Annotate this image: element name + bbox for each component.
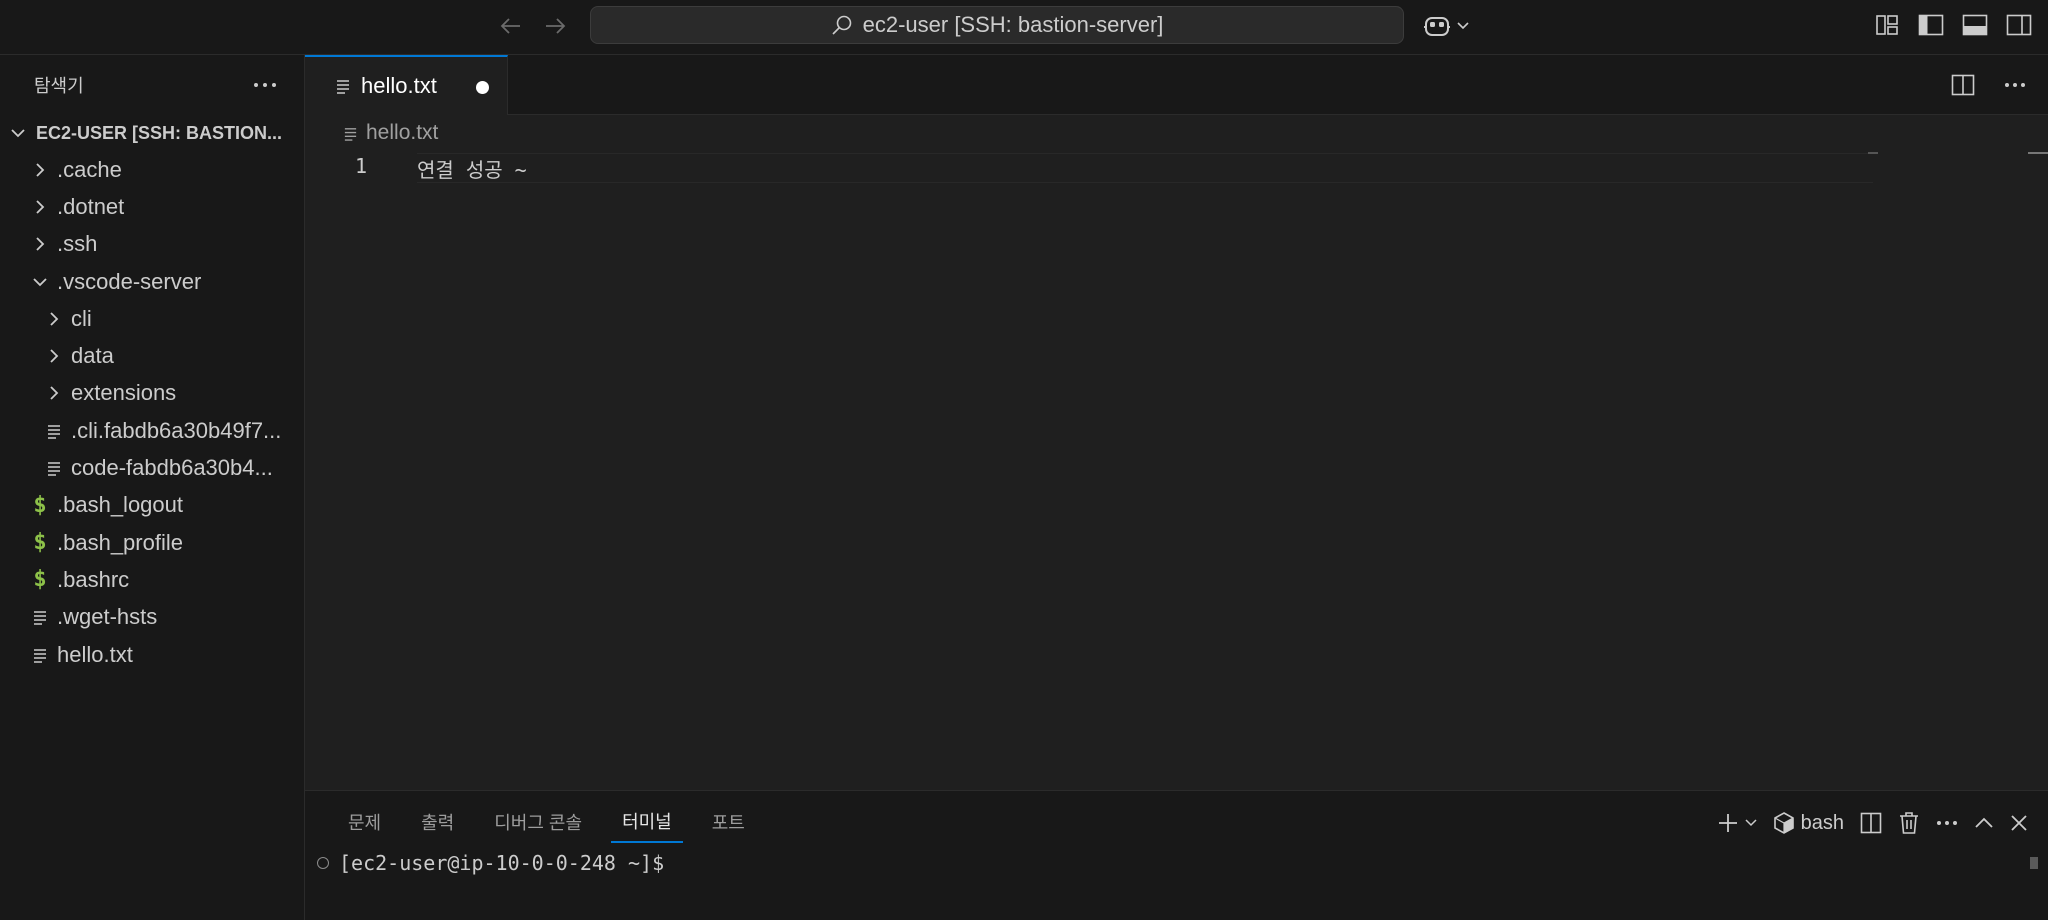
shell-file-icon: $ — [33, 530, 47, 556]
chevron-right-icon — [43, 382, 65, 404]
plus-icon — [1717, 812, 1739, 834]
command-decoration-icon — [317, 857, 329, 869]
tree-item-bash-profile[interactable]: $ .bash_profile — [0, 524, 304, 561]
text-file-icon — [43, 457, 65, 479]
tree-item-label: hello.txt — [57, 641, 133, 667]
tree-item-label: cli — [71, 305, 92, 331]
tree-item-label: .cli.fabdb6a30b49f7... — [71, 417, 282, 443]
tree-item-cache[interactable]: .cache — [0, 151, 304, 188]
tree-item-cli-file[interactable]: .cli.fabdb6a30b49f7... — [0, 412, 304, 449]
terminal-shell-label: bash — [1800, 811, 1844, 834]
new-terminal-button[interactable] — [1717, 807, 1757, 839]
split-terminal-icon[interactable] — [1860, 807, 1882, 839]
tab-label: hello.txt — [361, 73, 437, 98]
tree-item-dotnet[interactable]: .dotnet — [0, 188, 304, 225]
forward-arrow-icon[interactable] — [540, 12, 570, 40]
editor-area[interactable]: 1 연결 성공 ~ — [305, 150, 2048, 790]
tree-item-label: extensions — [71, 380, 177, 406]
toggle-secondary-sidebar-icon[interactable] — [2004, 9, 2034, 41]
explorer-title: 탐색기 — [34, 76, 84, 96]
tree-item-label: .vscode-server — [57, 268, 202, 294]
tree-item-wget-hsts[interactable]: .wget-hsts — [0, 599, 304, 636]
tree-item-bash-logout[interactable]: $ .bash_logout — [0, 487, 304, 524]
shell-file-icon: $ — [33, 492, 47, 518]
bottom-panel: 문제 출력 디버그 콘솔 터미널 포트 bash [ec2-user@ip-10… — [305, 790, 2048, 920]
terminal-instance-bash[interactable]: bash — [1773, 807, 1844, 839]
tree-item-label: code-fabdb6a30b4... — [71, 455, 273, 481]
maximize-panel-icon[interactable] — [1974, 807, 1994, 839]
close-icon[interactable] — [2010, 807, 2028, 839]
editor-tab-bar: hello.txt — [305, 55, 2048, 115]
terminal-output[interactable]: [ec2-user@ip-10-0-0-248 ~]$ — [317, 851, 664, 875]
trash-icon[interactable] — [1898, 807, 1920, 839]
tree-item-code-file[interactable]: code-fabdb6a30b4... — [0, 449, 304, 486]
tree-item-label: .bashrc — [57, 566, 130, 592]
tab-hello-txt[interactable]: hello.txt — [305, 55, 508, 115]
toggle-panel-icon[interactable] — [1960, 9, 1990, 41]
split-editor-icon[interactable] — [1948, 69, 1978, 101]
more-actions-icon[interactable] — [2000, 69, 2030, 101]
tree-item-label: .bash_logout — [57, 492, 183, 518]
tab-debug-console[interactable]: 디버그 콘솔 — [483, 809, 593, 843]
tree-item-bashrc[interactable]: $ .bashrc — [0, 561, 304, 598]
chevron-right-icon — [29, 196, 51, 218]
editor-scrollbar[interactable] — [2028, 152, 2048, 154]
tab-ports[interactable]: 포트 — [701, 809, 756, 843]
terminal-shell-icon — [1773, 811, 1795, 835]
code-line[interactable]: 연결 성공 ~ — [417, 154, 527, 183]
terminal-prompt: [ec2-user@ip-10-0-0-248 ~]$ — [339, 851, 665, 875]
more-actions-icon[interactable] — [1936, 807, 1958, 839]
workspace-root-label: EC2-USER [SSH: BASTION... — [36, 122, 283, 143]
current-line-highlight — [417, 153, 1873, 183]
chevron-down-icon — [1745, 819, 1757, 827]
workspace-root-folder[interactable]: EC2-USER [SSH: BASTION... — [0, 115, 304, 151]
minimap[interactable] — [1868, 152, 1878, 154]
command-center-search[interactable]: ec2-user [SSH: bastion-server] — [590, 6, 1404, 44]
tree-item-vscode-server[interactable]: .vscode-server — [0, 263, 304, 300]
line-number: 1 — [355, 154, 368, 178]
text-file-icon — [29, 644, 51, 666]
chevron-right-icon — [29, 233, 51, 255]
explorer-header: 탐색기 — [0, 55, 304, 115]
chevron-right-icon — [29, 159, 51, 181]
tree-item-label: .bash_profile — [57, 529, 183, 555]
tree-item-hello-txt[interactable]: hello.txt — [0, 636, 304, 673]
breadcrumb-file: hello.txt — [366, 121, 439, 144]
text-file-icon — [343, 126, 358, 141]
tree-item-cli[interactable]: cli — [0, 300, 304, 337]
tab-problems[interactable]: 문제 — [337, 809, 392, 843]
tree-item-data[interactable]: data — [0, 337, 304, 374]
tab-terminal[interactable]: 터미널 — [611, 809, 683, 843]
copilot-menu[interactable] — [1422, 10, 1478, 42]
title-bar: ec2-user [SSH: bastion-server] — [0, 0, 2048, 55]
text-file-icon — [29, 606, 51, 628]
terminal-scrollbar[interactable] — [2030, 857, 2038, 869]
tree-item-extensions[interactable]: extensions — [0, 375, 304, 412]
tree-item-label: .ssh — [57, 231, 98, 257]
more-actions-icon[interactable] — [250, 70, 280, 100]
chevron-right-icon — [43, 308, 65, 330]
breadcrumb[interactable]: hello.txt — [343, 118, 438, 148]
explorer-sidebar: 탐색기 EC2-USER [SSH: BASTION... .cache .do… — [0, 55, 305, 920]
chevron-right-icon — [43, 345, 65, 367]
tree-item-label: .wget-hsts — [57, 604, 158, 630]
copilot-icon — [1422, 13, 1452, 39]
chevron-down-icon — [10, 127, 30, 139]
search-icon — [831, 14, 853, 36]
tab-output[interactable]: 출력 — [410, 809, 465, 843]
command-center-label: ec2-user [SSH: bastion-server] — [862, 12, 1164, 37]
chevron-down-icon — [1456, 21, 1470, 31]
shell-file-icon: $ — [33, 567, 47, 593]
back-arrow-icon[interactable] — [496, 12, 526, 40]
customize-layout-icon[interactable] — [1872, 9, 1902, 41]
toggle-primary-sidebar-icon[interactable] — [1916, 9, 1946, 41]
chevron-down-icon — [29, 271, 51, 293]
text-file-icon — [43, 420, 65, 442]
text-file-icon — [335, 78, 351, 94]
tree-item-label: data — [71, 343, 114, 369]
tree-item-label: .cache — [57, 156, 122, 182]
tree-item-label: .dotnet — [57, 193, 125, 219]
unsaved-dot-icon[interactable] — [476, 81, 489, 94]
tree-item-ssh[interactable]: .ssh — [0, 226, 304, 263]
